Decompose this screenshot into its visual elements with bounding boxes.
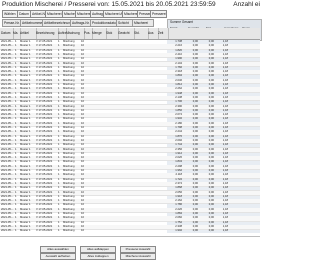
table-cell: 0,00 (208, 229, 214, 233)
title-bar: Produktion Mischerei / Presserei von: 15… (0, 0, 260, 9)
bottom-action-button[interactable]: Auswahl aufheben (40, 253, 76, 260)
table-row[interactable]: 2021-05-... 1 Muster 1V 17-05-2021 1 Mischun… (0, 229, 260, 233)
column-header[interactable]: Zeit (157, 28, 169, 39)
table-cell: 2021-05-... (1, 229, 14, 233)
column-header[interactable]: Bezeichnung (35, 28, 59, 39)
table-header: DatumMa.ArtikelBezeichnungAuftragMischun… (0, 28, 260, 40)
toolbar-field[interactable]: Mischerei (132, 19, 154, 27)
table-cell: 10 (81, 229, 84, 233)
count-label: Anzahl ei (233, 1, 260, 8)
bottom-action-button[interactable]: Alles aufklappen (80, 246, 116, 253)
bottom-action-button[interactable]: Presserei Auswahl (120, 246, 156, 253)
table-cell: V 17-05-2021 (36, 229, 53, 233)
bottom-action-button[interactable]: Alles auswählen (40, 246, 76, 253)
data-table: DatumMa.ArtikelBezeichnungAuftragMischun… (0, 28, 260, 233)
bottom-action-button[interactable]: Mischerei Auswahl (120, 253, 156, 260)
filter-button[interactable]: Presserei (150, 10, 167, 18)
summary-title: Summe Gesamt (170, 20, 194, 24)
table-cell: Muster 1 (20, 229, 31, 233)
toolbar-field[interactable]: Artikelnummer (20, 19, 44, 27)
toolbar-field[interactable]: Artikelbezeichnung (42, 19, 72, 27)
bottom-action-button[interactable]: Alles zuklappen (80, 253, 116, 260)
toolbar-field[interactable]: Produktionsdatum (90, 19, 118, 27)
table-cell: 1.902 (175, 229, 182, 233)
filter-bar: WählenDatumArtikel-Nr.Mischerei ArtikelM… (0, 10, 260, 18)
filter-button[interactable]: Mischerei Auftrag (103, 10, 124, 18)
column-header[interactable]: Mischung (65, 28, 85, 39)
toolbar-field[interactable]: Auftrags-Nr. (70, 19, 92, 27)
report-title: Produktion Mischerei / Presserei von: 15… (2, 1, 216, 8)
table-cell: Mischung (63, 229, 75, 233)
table-cell: 0,00 (192, 229, 198, 233)
bottom-action-bar: Alles auswählen Auswahl aufheben Alles auf… (0, 236, 260, 261)
table-cell: 1,18 (222, 229, 228, 233)
toolbar-field[interactable]: Presse-Nr. (2, 19, 22, 27)
